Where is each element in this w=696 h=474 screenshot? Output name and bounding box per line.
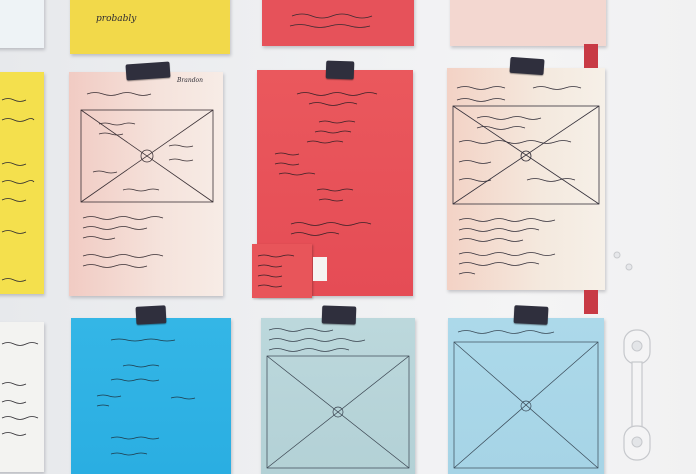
red-card-edge-lower [584, 290, 598, 314]
red-card-note [252, 244, 312, 298]
bottom-left-card-scribble [1, 342, 39, 436]
blue-card-tape [135, 305, 167, 325]
top-red-card [262, 0, 414, 46]
pink-card-tape [125, 61, 171, 81]
pink-card-sketch [80, 92, 214, 268]
top-pink-card [450, 0, 606, 46]
cream-card-sketch [452, 86, 600, 275]
wall: probably Brandon [0, 0, 696, 474]
light-blue-card-tape [513, 305, 549, 325]
pale-blue-card-tape [321, 305, 357, 325]
top-left-card [0, 0, 44, 48]
pale-blue-card [261, 318, 415, 474]
top-yellow-card-word: probably [96, 14, 137, 24]
cream-card [447, 68, 605, 290]
red-card-tape [325, 60, 355, 80]
wall-hook [623, 329, 651, 461]
bottom-left-card [0, 322, 44, 472]
light-blue-card [448, 318, 604, 474]
pink-wireframe-card: Brandon [69, 72, 223, 296]
wall-pin-upper [613, 251, 621, 259]
red-card-edge [584, 44, 598, 68]
light-blue-card-sketch [453, 330, 599, 469]
pale-blue-card-sketch [266, 328, 410, 469]
cream-card-tape [509, 56, 545, 76]
top-red-card-scribble [289, 13, 373, 28]
left-yellow-card [0, 72, 44, 294]
top-yellow-card: probably [70, 0, 230, 54]
blue-card-scribble [96, 338, 196, 456]
blue-card [71, 318, 231, 474]
red-card-white-chip [313, 257, 327, 281]
left-yellow-card-scribble [1, 98, 35, 282]
wall-pin-lower [625, 263, 633, 271]
red-card-note-scribble [257, 254, 295, 288]
